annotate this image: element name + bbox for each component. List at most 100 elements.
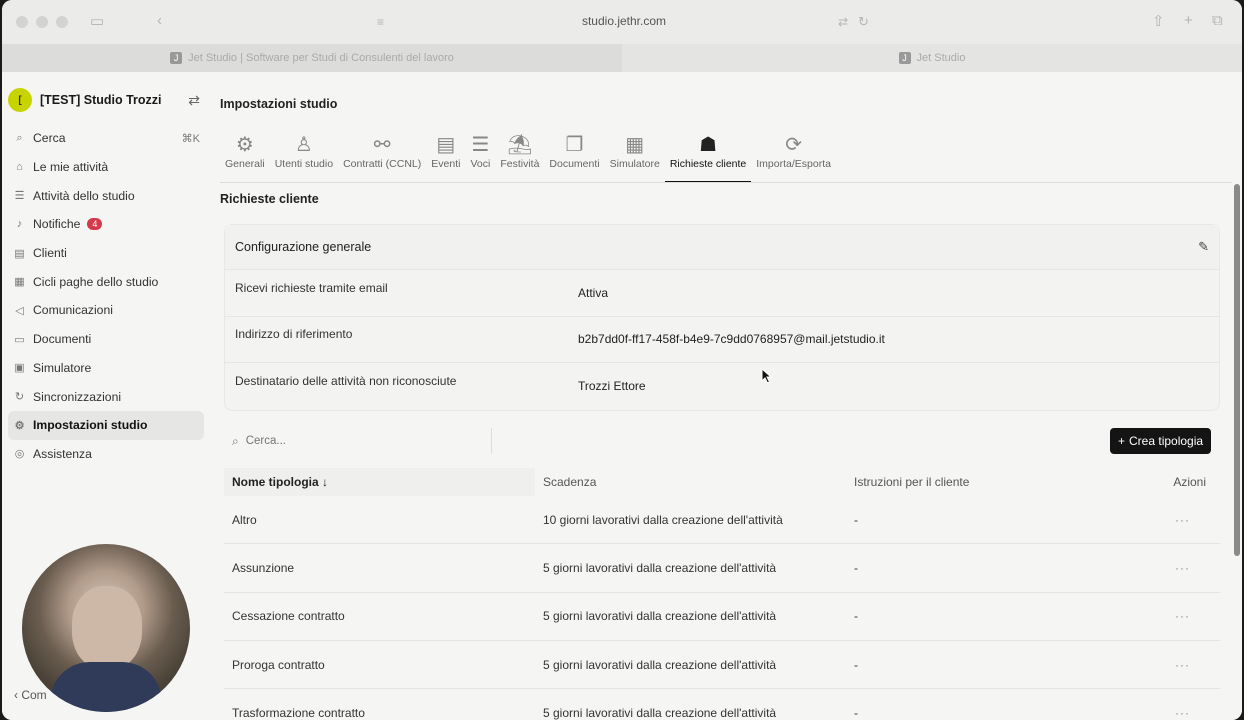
sidebar-item-label: Le mie attività [33,160,109,175]
sidebar-item-attivita-studio[interactable]: ☰ Attività dello studio [8,181,204,210]
tab-title: Jet Studio | Software per Studi di Consu… [188,52,454,64]
cell-name: Altro [232,512,257,527]
search-input[interactable] [245,435,476,447]
calculator-icon: ▣ [14,362,25,375]
sidebar-item-cerca[interactable]: ⌕ Cerca ⌘K [8,124,204,153]
sidebar-item-le-mie-attivita[interactable]: ⌂ Le mie attività [8,153,204,182]
config-title: Configurazione generale [235,240,372,254]
sidebar-item-comunicazioni[interactable]: ◁ Comunicazioni [8,296,204,325]
people-icon: ☗ [699,134,717,156]
row-actions-menu-icon[interactable]: ··· [1157,658,1220,672]
list-icon: ☰ [471,134,490,156]
row-actions-menu-icon[interactable]: ··· [1157,706,1220,720]
cell-deadline: 5 giorni lavorativi dalla creazione dell… [543,560,777,575]
home-icon: ⌂ [16,161,23,174]
swap-icon[interactable]: ⇄ [188,92,200,109]
sidebar-item-notifiche[interactable]: ♪ Notifiche 4 [8,210,204,239]
translate-icon[interactable]: ⇄ [838,15,848,29]
tab-label: Contratti (CCNL) [343,158,422,170]
tab-generali[interactable]: ⚙ Generali [220,132,270,176]
row-actions-menu-icon[interactable]: ··· [1157,561,1220,575]
sidebar-item-label: Assistenza [33,446,92,461]
tab-simulatore[interactable]: ▦ Simulatore [605,132,665,176]
browser-tabs: J Jet Studio | Software per Studi di Con… [2,44,1242,72]
table-row[interactable]: Trasformazione contratto 5 giorni lavora… [224,689,1220,720]
header-nome-tipologia[interactable]: Nome tipologia ↓ [224,468,535,496]
main-scrollbar[interactable] [1234,184,1240,556]
tab-documenti[interactable]: ❐ Documenti [544,132,604,176]
sidebar-item-documenti[interactable]: ▭ Documenti [8,325,204,354]
main-content: Impostazioni studio ⚙ Generali ♙ Utenti st… [210,72,1242,720]
config-key: Ricevi richieste tramite email [235,280,388,295]
tab-label: Utenti studio [274,158,334,170]
megaphone-icon: ◁ [15,304,24,317]
workspace-switcher[interactable]: [ [TEST] Studio Trozzi ⇄ [8,88,204,112]
address-bar[interactable]: studio.jethr.com [2,14,1242,28]
tab-label: Generali [225,158,265,170]
chevron-left-icon: ‹ [14,688,18,702]
edit-pencil-icon[interactable]: ✎ [1198,239,1209,255]
folder-icon: ▭ [14,333,25,346]
tab-importa-esporta[interactable]: ⟳ Importa/Esporta [751,132,836,176]
create-type-button[interactable]: + Crea tipologia [1110,428,1212,454]
tab-utenti-studio[interactable]: ♙ Utenti studio [270,132,338,176]
tab-voci[interactable]: ☰ Voci [465,132,495,176]
cell-name: Trasformazione contratto [232,705,365,720]
config-row: Ricevi richieste tramite email Attiva [225,270,1219,317]
section-title: Richieste cliente [220,192,319,206]
sync-icon: ↻ [14,391,25,404]
config-value: Attiva [578,285,609,300]
cell-deadline: 10 giorni lavorativi dalla creazione del… [543,512,783,527]
calendar-icon: ▤ [436,134,456,156]
row-actions-menu-icon[interactable]: ··· [1157,609,1220,623]
cell-name: Cessazione contratto [232,609,345,624]
config-card: Configurazione generale ✎ Ricevi richies… [224,224,1220,411]
reload-icon[interactable]: ↻ [858,14,869,30]
tab-label: Eventi [431,158,461,170]
mouse-cursor-icon [761,368,773,384]
sidebar-item-label: Cicli paghe dello studio [33,274,159,289]
sidebar-item-label: Sincronizzazioni [33,389,122,404]
settings-tabs: ⚙ Generali ♙ Utenti studio ⚯ Contratti (CCN… [220,132,836,183]
config-row: Indirizzo di riferimento b2b7dd0f-ff17-4… [225,317,1219,363]
tab-eventi[interactable]: ▤ Eventi [426,132,465,176]
types-table: Nome tipologia ↓ Scadenza Istruzioni per… [224,468,1220,720]
workspace-name: [TEST] Studio Trozzi [40,93,162,107]
sidebar-item-sincronizzazioni[interactable]: ↻ Sincronizzazioni [8,382,204,411]
cell-instructions: - [854,560,858,575]
row-actions-menu-icon[interactable]: ··· [1157,513,1220,527]
sidebar-item-cicli-paghe[interactable]: ▦ Cicli paghe dello studio [8,267,204,296]
collapse-sidebar-button[interactable]: ‹ Com [14,688,47,702]
table-row[interactable]: Proroga contratto 5 giorni lavorativi da… [224,641,1220,690]
sidebar-item-label: Attività dello studio [33,188,135,203]
collapse-label: Com [21,688,47,702]
sidebar-item-assistenza[interactable]: ◎ Assistenza [8,440,204,469]
table-header: Nome tipologia ↓ Scadenza Istruzioni per… [224,468,1220,496]
header-istruzioni: Istruzioni per il cliente [854,475,970,489]
header-scadenza: Scadenza [543,475,597,489]
search-icon: ⌕ [232,433,239,448]
table-row[interactable]: Assunzione 5 giorni lavorativi dalla cre… [224,544,1220,593]
tab-richieste-cliente[interactable]: ☗ Richieste cliente [664,132,752,183]
sidebar-item-label: Comunicazioni [33,303,113,318]
tab-festivita[interactable]: ⛱ Festività [495,132,544,176]
new-tab-icon[interactable]: + [1184,12,1193,29]
sidebar-item-impostazioni-studio[interactable]: ⚙ Impostazioni studio [8,410,204,440]
table-row[interactable]: Altro 10 giorni lavorativi dalla creazio… [224,496,1220,545]
cell-deadline: 5 giorni lavorativi dalla creazione dell… [543,705,777,720]
sidebar-item-label: Impostazioni studio [33,418,148,433]
sidebar-item-clienti[interactable]: ▤ Clienti [8,239,204,268]
tab-contratti[interactable]: ⚯ Contratti (CCNL) [338,132,426,176]
sync-icon: ⟳ [785,134,802,156]
table-row[interactable]: Cessazione contratto 5 giorni lavorativi… [224,593,1220,641]
browser-window: ▭ ‹ ≡ studio.jethr.com ⇄ ↻ ⇧ + ⧉ J Jet S… [2,0,1242,720]
tabs-divider [220,182,1232,183]
beach-icon: ⛱ [507,134,533,156]
share-icon[interactable]: ⇧ [1152,12,1165,30]
tab-overview-icon[interactable]: ⧉ [1212,12,1223,29]
tab-label: Documenti [549,158,600,170]
sidebar-item-simulatore[interactable]: ▣ Simulatore [8,354,204,383]
browser-tab[interactable]: J Jet Studio | Software per Studi di Con… [2,44,622,72]
browser-tab[interactable]: J Jet Studio [622,44,1242,72]
tab-label: Festività [500,158,540,170]
